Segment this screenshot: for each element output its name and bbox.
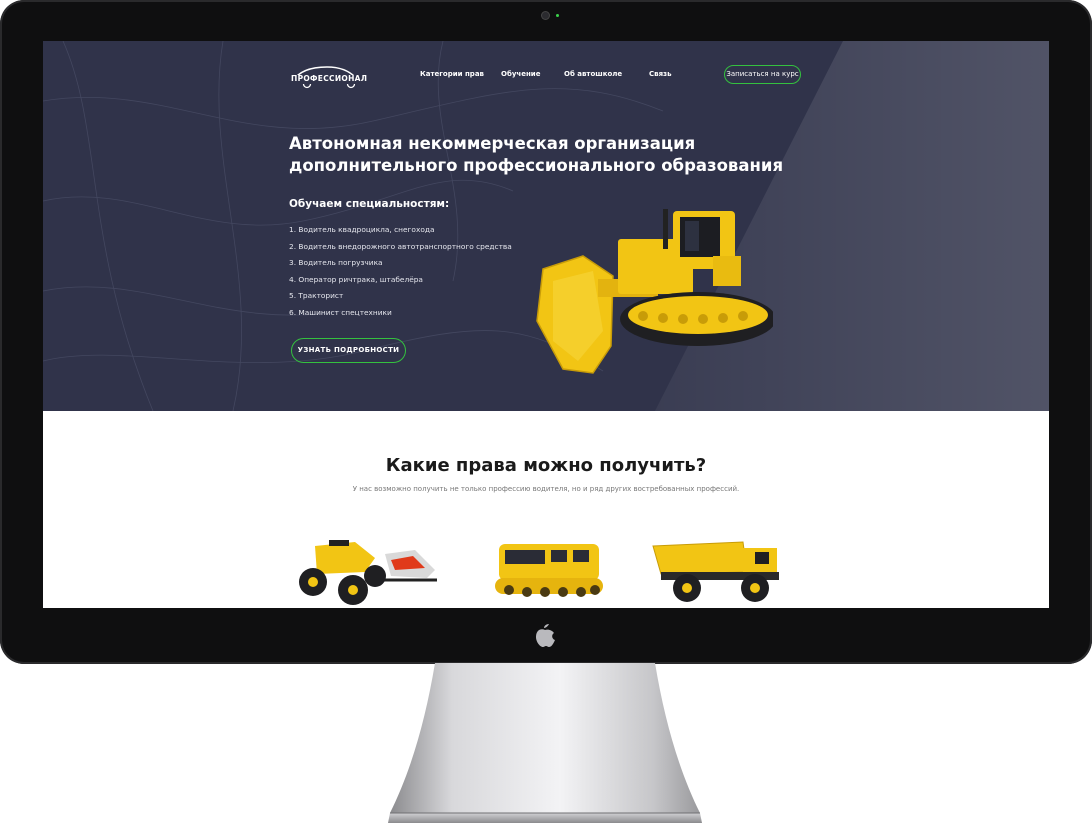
headline-line-1: Автономная некоммерческая организация	[289, 134, 696, 153]
dump-truck-image[interactable]	[651, 536, 791, 606]
nav-item-about[interactable]: Об автошколе	[564, 70, 622, 78]
learn-more-button[interactable]: УЗНАТЬ ПОДРОБНОСТИ	[291, 338, 406, 363]
list-item: 4. Оператор ричтрака, штабелёра	[289, 274, 423, 284]
camera-led	[556, 14, 559, 17]
specialties-list: 1. Водитель квадроцикла, снегохода 2. Во…	[289, 222, 512, 321]
atv-snowmobile-image[interactable]	[295, 536, 440, 608]
list-item: 6. Машинист спецтехники	[289, 307, 392, 317]
licenses-section: Какие права можно получить? У нас возмож…	[43, 411, 1049, 608]
licenses-title: Какие права можно получить?	[385, 455, 707, 476]
list-item: 3. Водитель погрузчика	[289, 258, 383, 267]
monitor-frame: ПРОФЕССИОНАЛ Категории прав Обучение Об …	[0, 0, 1092, 664]
website-screen: ПРОФЕССИОНАЛ Категории прав Обучение Об …	[43, 41, 1049, 608]
nav-item-contact[interactable]: Связь	[649, 70, 672, 78]
logo-text[interactable]: ПРОФЕССИОНАЛ	[291, 74, 367, 83]
hero-section: ПРОФЕССИОНАЛ Категории прав Обучение Об …	[43, 41, 1049, 411]
list-item: 2. Водитель внедорожного автотранспортно…	[289, 241, 512, 251]
nav-item-categories[interactable]: Категории прав	[420, 70, 484, 78]
signup-course-button[interactable]: Записаться на курс	[724, 65, 801, 84]
list-item: 1. Водитель квадроцикла, снегохода	[289, 225, 435, 234]
hero-headline: Автономная некоммерческая организация до…	[289, 133, 809, 177]
camera-icon	[542, 12, 549, 19]
bulldozer-image	[536, 209, 773, 374]
monitor-stand	[388, 663, 702, 823]
list-item: 5. Тракторист	[289, 291, 344, 300]
nav-item-training[interactable]: Обучение	[501, 70, 540, 78]
apple-icon	[536, 624, 555, 647]
headline-line-2: дополнительного профессионального образо…	[289, 156, 784, 175]
licenses-subtitle: У нас возможно получить не только профес…	[352, 485, 740, 493]
tracked-vehicle-image[interactable]	[491, 536, 611, 606]
specialties-heading: Обучаем специальностям:	[289, 198, 450, 210]
